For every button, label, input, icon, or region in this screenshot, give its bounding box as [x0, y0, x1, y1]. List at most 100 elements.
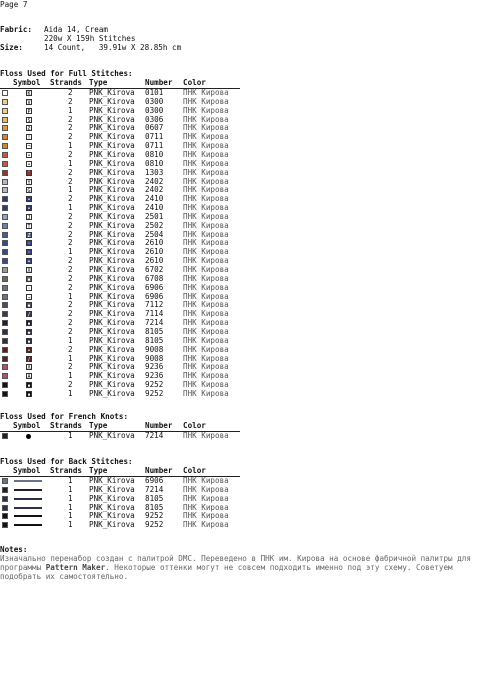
number-value: 9252 [145, 388, 164, 398]
table-row: P 1 PNK_Kirova 0300 ПНК Кирова [0, 106, 260, 116]
color-swatch [2, 364, 8, 371]
symbol-glyph: ¬ [26, 143, 32, 151]
color-swatch [2, 107, 8, 114]
header-color: Color [183, 78, 206, 87]
symbol-glyph: ▪ [26, 390, 32, 398]
header-strands: Strands [50, 466, 83, 475]
color-swatch [2, 433, 8, 439]
color-swatch [2, 231, 8, 238]
color-swatch [2, 355, 8, 362]
symbol-glyph: ! [26, 134, 32, 142]
symbol-glyph: ◦ [26, 284, 32, 292]
color-swatch [2, 337, 8, 344]
backstitch-line-icon [14, 524, 42, 527]
color-swatch [2, 116, 8, 123]
notes-pattern-maker: Pattern Maker [45, 562, 106, 572]
chart-key-page: Page 7 Fabric: Aida 14, Cream 220w X 159… [0, 0, 494, 699]
backstitch-line-icon [14, 488, 42, 491]
backstitch-line-icon [14, 480, 42, 482]
color-swatch [2, 125, 8, 132]
strands-value: 1 [68, 520, 73, 530]
color-swatch [2, 373, 8, 380]
symbol-glyph: T [26, 222, 32, 230]
color-swatch [2, 522, 8, 529]
table-row: • 2 PNK_Kirova 9008 ПНК Кирова [0, 345, 260, 355]
color-swatch [2, 169, 8, 176]
size-value: 14 Count, 39.91w X 28.85h cm [44, 43, 182, 52]
header-strands: Strands [50, 421, 83, 430]
backstitch-line-icon [14, 515, 42, 518]
symbol-glyph: Z [26, 231, 32, 239]
color-swatch [2, 513, 8, 520]
color-swatch [2, 249, 8, 256]
color-swatch [2, 258, 8, 265]
color-swatch [2, 160, 8, 167]
symbol-glyph: S [26, 116, 32, 124]
fabric-label: Fabric: [0, 25, 33, 34]
number-value: 7214 [145, 431, 164, 440]
color-swatch [2, 151, 8, 158]
number-value: 9252 [145, 520, 164, 530]
header-type: Type [89, 466, 108, 475]
color-swatch [2, 382, 8, 389]
header-symbol: Symbol [13, 466, 41, 475]
color-swatch [2, 293, 8, 300]
symbol-glyph: V [26, 98, 32, 106]
strands-value: 1 [68, 431, 73, 440]
symbol-glyph: G [26, 187, 32, 195]
color-swatch [2, 504, 8, 511]
header-number: Number [145, 78, 173, 87]
symbol-glyph: ▪ [26, 382, 32, 390]
color-swatch [2, 267, 8, 273]
type-value: PNK_Kirova [89, 388, 135, 398]
header-number: Number [145, 466, 173, 475]
symbol-glyph: Ƨ [26, 125, 32, 133]
color-swatch [2, 478, 8, 484]
symbol-glyph: ▪ [26, 320, 32, 328]
symbol-glyph: ◆ [26, 328, 32, 336]
color-swatch [2, 143, 8, 150]
color-swatch [2, 495, 8, 502]
symbol-glyph: / [26, 355, 32, 363]
color-swatch [2, 178, 8, 185]
symbol-glyph: ▪ [26, 275, 32, 283]
notes-text: Изначально перенабор создан с палитрой D… [0, 554, 494, 582]
header-type: Type [89, 421, 108, 430]
backstitch-line-icon [14, 497, 42, 500]
color-name: ПНК Кирова [183, 431, 229, 440]
color-swatch [2, 196, 8, 203]
page-label: Page 7 [0, 0, 28, 9]
symbol-glyph: ◦ [26, 249, 32, 257]
symbol-glyph: ◦ [26, 240, 32, 248]
header-color: Color [183, 466, 206, 475]
backstitch-line-icon [14, 506, 42, 509]
type-value: PNK_Kirova [89, 431, 135, 440]
color-name: ПНК Кирова [183, 520, 229, 530]
symbol-glyph: • [26, 196, 32, 204]
header-symbol: Symbol [13, 421, 41, 430]
symbol-glyph: / [26, 311, 32, 319]
color-swatch [2, 302, 8, 309]
symbol-glyph: ▪ [26, 302, 32, 310]
header-type: Type [89, 78, 108, 87]
header-color: Color [183, 421, 206, 430]
symbol-glyph: • [26, 151, 32, 159]
symbol-glyph: • [26, 258, 32, 266]
color-swatch [2, 390, 8, 397]
color-swatch [2, 486, 8, 493]
color-swatch [2, 320, 8, 327]
knot-icon [26, 434, 31, 439]
color-swatch [2, 275, 8, 282]
color-swatch [2, 346, 8, 353]
symbol-glyph: Λ [26, 364, 32, 372]
symbol-glyph: ▪ [26, 337, 32, 345]
color-name: ПНК Кирова [183, 388, 229, 398]
symbol-glyph: K [26, 90, 32, 97]
symbol-glyph: Y [26, 178, 32, 186]
header-strands: Strands [50, 78, 83, 87]
color-swatch [2, 284, 8, 291]
color-swatch [2, 90, 8, 96]
symbol-glyph: → [26, 293, 32, 301]
table-row: 1 PNK_Kirova 8105 ПНК Кирова [0, 494, 260, 504]
color-swatch [2, 311, 8, 318]
